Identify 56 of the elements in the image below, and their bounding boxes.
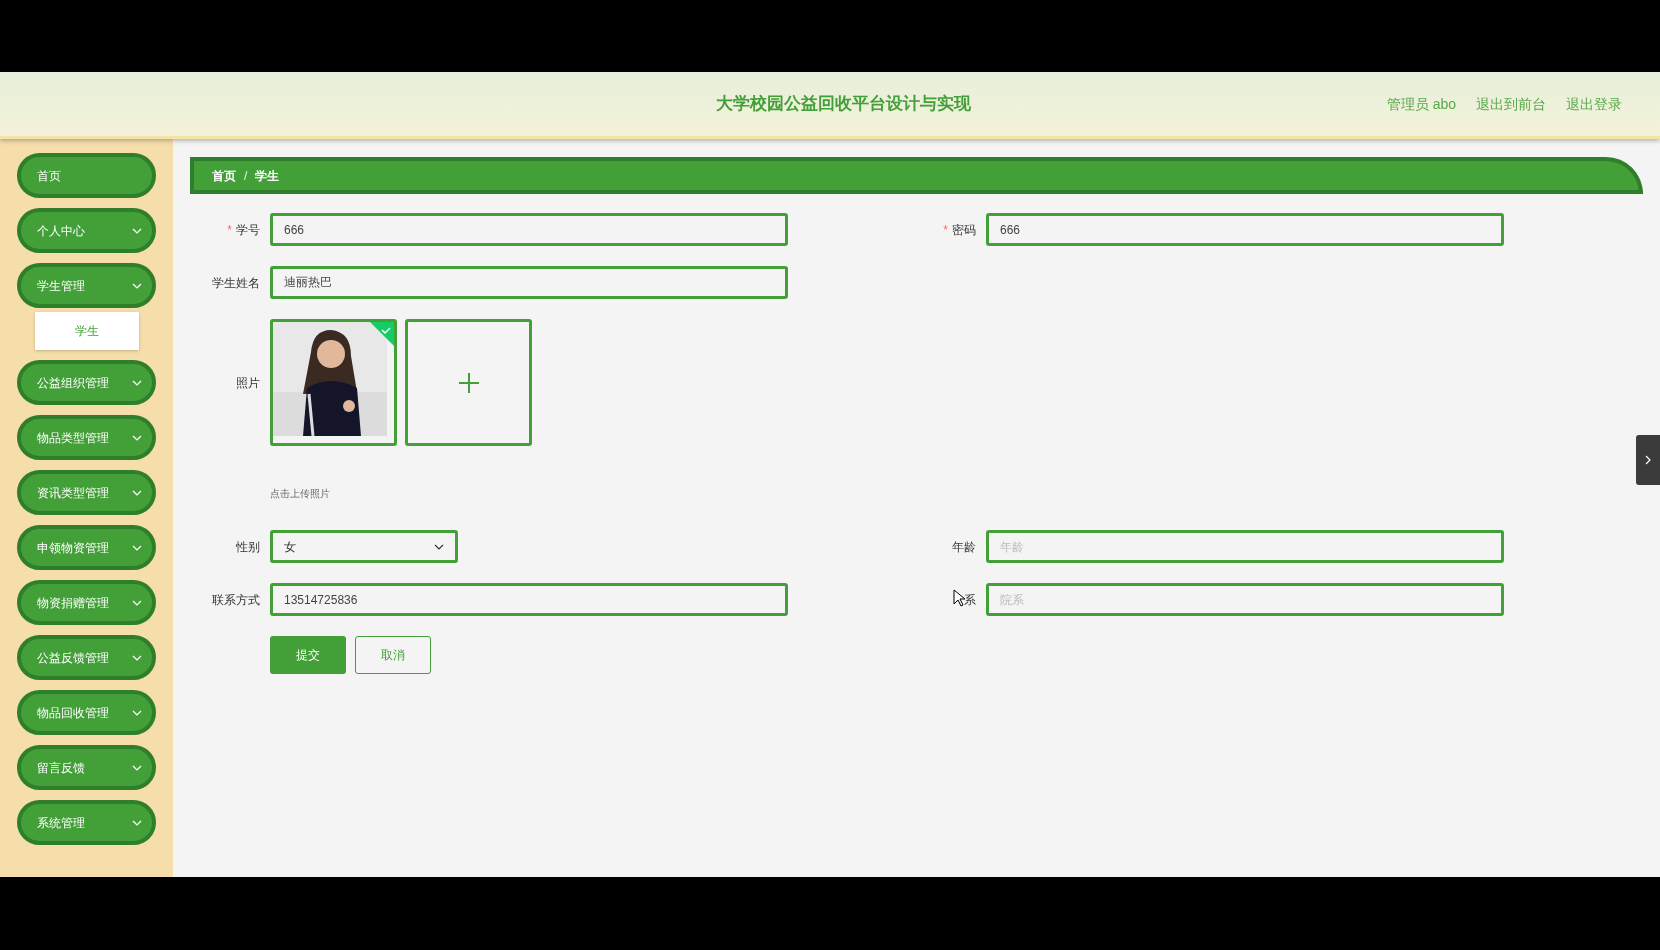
field-label: 学生姓名 [212,274,260,292]
photo-thumbnail[interactable] [270,319,397,446]
field-label: 年龄 [952,538,976,556]
site-title: 大学校园公益回收平台设计与实现 [715,93,971,116]
breadcrumb-separator: / [244,167,248,185]
required-mark: * [227,221,232,239]
breadcrumb-link[interactable]: 首页 [212,166,236,185]
header-link[interactable]: 退出到前台 [1476,93,1546,115]
input-field[interactable]: 迪丽热巴 [270,266,788,299]
field-label: 联系方式 [212,591,260,609]
menu-item[interactable]: 申领物资管理 [17,525,156,570]
header-link[interactable]: 管理员 abo [1386,93,1456,115]
chevron-down-icon [434,543,444,550]
field-label: 密码 [952,221,976,239]
chevron-down-icon [132,282,142,289]
chevron-down-icon [132,709,142,716]
menu-item[interactable]: 首页 [17,153,156,198]
submit-button[interactable]: 提交 [270,636,346,674]
chevron-down-icon [132,819,142,826]
field-label: 照片 [236,374,260,392]
input-field[interactable]: 666 [270,213,788,246]
upload-button[interactable] [405,319,532,446]
side-panel-toggle[interactable] [1636,435,1660,485]
chevron-down-icon [132,654,142,661]
mouse-cursor-icon [953,589,965,607]
menu-item[interactable]: 公益反馈管理 [17,635,156,680]
chevron-down-icon [132,379,142,386]
menu-item[interactable]: 系统管理 [17,800,156,845]
submenu-item[interactable]: 学生 [35,312,139,350]
chevron-down-icon [132,544,142,551]
plus-icon [457,371,480,394]
chevron-right-icon [1645,455,1651,465]
menu-item[interactable]: 物品回收管理 [17,690,156,735]
chevron-down-icon [132,489,142,496]
header-link[interactable]: 退出登录 [1566,93,1622,115]
menu-item[interactable]: 个人中心 [17,208,156,253]
menu-item[interactable]: 学生管理 [17,263,156,308]
menu-item[interactable]: 物资捐赠管理 [17,580,156,625]
input-field[interactable]: 13514725836 [270,583,788,616]
input-field[interactable]: 666 [986,213,1504,246]
chevron-down-icon [132,434,142,441]
breadcrumb-link[interactable]: 学生 [255,166,280,185]
menu-item[interactable]: 公益组织管理 [17,360,156,405]
field-label: 性别 [236,538,260,556]
cancel-button[interactable]: 取消 [355,636,431,674]
menu-item[interactable]: 留言反馈 [17,745,156,790]
menu-item[interactable]: 资讯类型管理 [17,470,156,515]
menu-item[interactable]: 物品类型管理 [17,415,156,460]
chevron-down-icon [132,764,142,771]
chevron-down-icon [132,599,142,606]
field-label: 学号 [236,221,260,239]
field-label: 系 [964,591,976,609]
chevron-down-icon [132,227,142,234]
required-mark: * [943,221,948,239]
upload-hint: 点击上传照片 [270,488,330,499]
gender-select[interactable]: 女 [270,530,458,563]
